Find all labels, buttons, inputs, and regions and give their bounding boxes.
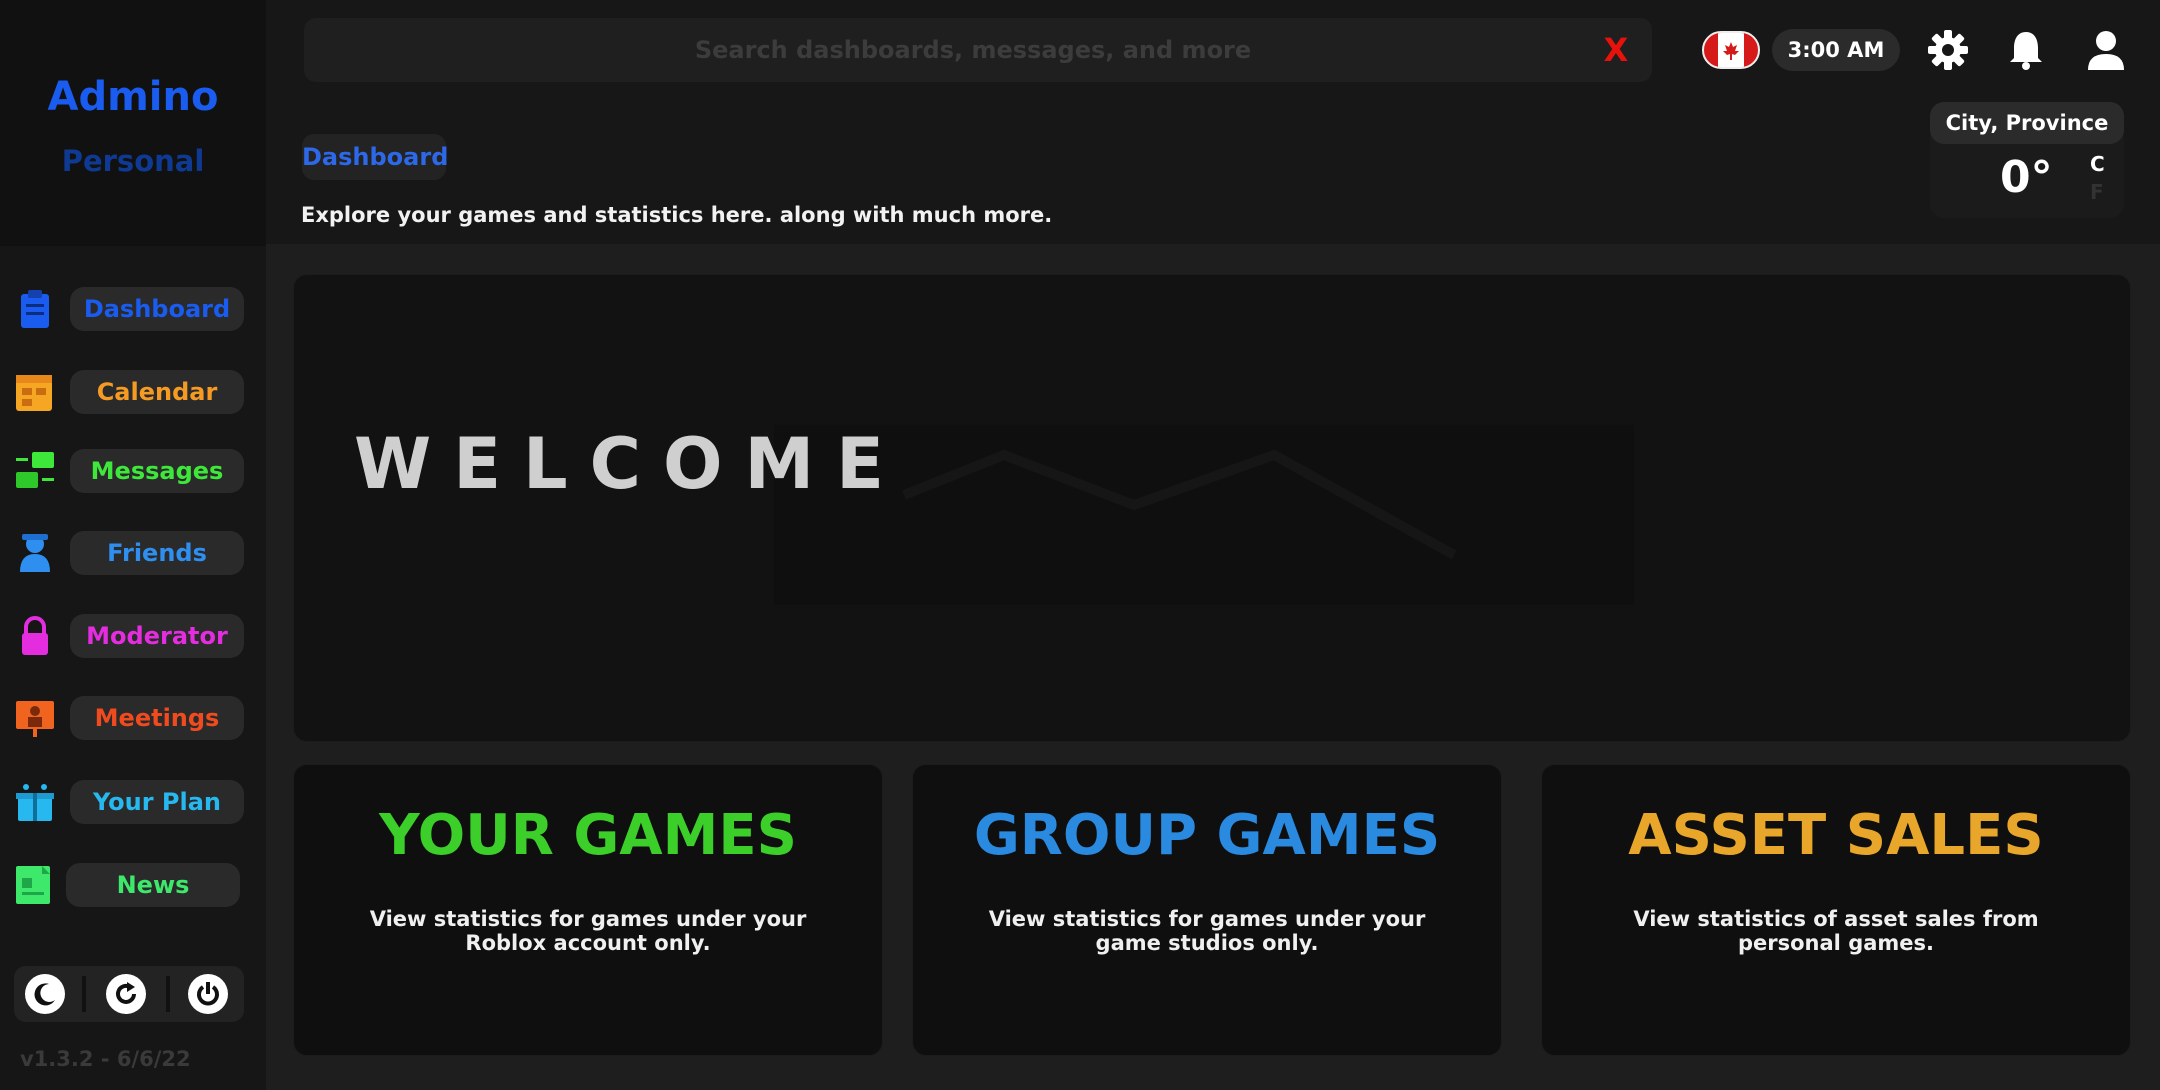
sidebar-item-dashboard[interactable]: Dashboard: [0, 279, 266, 339]
moon-icon: [34, 983, 55, 1006]
sidebar-item-label: Your Plan: [70, 780, 244, 824]
sidebar-item-news[interactable]: News: [0, 855, 266, 915]
search-bar: X: [304, 18, 1652, 82]
card-title: YOUR GAMES: [379, 803, 797, 868]
sidebar-item-calendar[interactable]: Calendar: [0, 362, 266, 422]
brand-subtitle: Personal: [61, 144, 205, 178]
welcome-title: WELCOME: [354, 423, 906, 505]
asset-sales-card[interactable]: ASSET SALES View statistics of asset sal…: [1541, 764, 2131, 1056]
gift-icon: [16, 784, 54, 821]
card-description: View statistics for games under your Rob…: [369, 907, 807, 955]
sidebar-item-meetings[interactable]: Meetings: [0, 688, 266, 748]
canada-flag-icon[interactable]: [1702, 31, 1760, 69]
fahrenheit-toggle[interactable]: F: [2090, 180, 2104, 204]
presentation-icon: [16, 701, 54, 737]
clock: 3:00 AM: [1772, 29, 1900, 71]
sidebar-item-label: Dashboard: [70, 287, 244, 331]
user-icon[interactable]: [2082, 26, 2130, 74]
dark-mode-button[interactable]: [25, 974, 65, 1014]
your-games-card[interactable]: YOUR GAMES View statistics for games und…: [293, 764, 883, 1056]
card-title: GROUP GAMES: [973, 803, 1441, 868]
divider: [82, 976, 86, 1012]
search-input[interactable]: [304, 18, 1564, 82]
quick-controls: [14, 966, 244, 1022]
sidebar-item-label: Meetings: [70, 696, 244, 740]
search-clear-button[interactable]: X: [1596, 28, 1636, 72]
bell-icon[interactable]: [2002, 26, 2050, 74]
newspaper-icon: [16, 866, 50, 904]
sidebar-item-label: Messages: [70, 449, 244, 493]
page-tag[interactable]: Dashboard: [302, 134, 448, 180]
envelopes-icon: [16, 452, 54, 488]
sidebar-item-label: Moderator: [70, 614, 244, 658]
sidebar-item-messages[interactable]: Messages: [0, 441, 266, 501]
brand-title: Admino: [47, 74, 219, 120]
sidebar: Admino Personal Dashboard Calendar Messa…: [0, 0, 266, 1090]
page-subtitle: Explore your games and statistics here. …: [301, 203, 1053, 227]
power-button[interactable]: [188, 974, 228, 1014]
sidebar-item-label: News: [66, 863, 240, 907]
sidebar-item-label: Calendar: [70, 370, 244, 414]
weather-temperature: 0°: [2000, 152, 2053, 203]
power-icon: [197, 982, 219, 1006]
person-icon: [20, 534, 50, 572]
weather-widget: City, Province 0° C F: [1930, 102, 2124, 218]
gear-icon[interactable]: [1924, 26, 1972, 74]
divider: [166, 976, 170, 1012]
brand: Admino Personal: [0, 0, 266, 246]
card-description: View statistics for games under your gam…: [988, 907, 1426, 955]
refresh-icon: [116, 982, 136, 1004]
weather-location: City, Province: [1930, 102, 2124, 144]
sidebar-item-moderator[interactable]: Moderator: [0, 606, 266, 666]
sidebar-item-label: Friends: [70, 531, 244, 575]
celsius-toggle[interactable]: C: [2090, 152, 2105, 176]
header: X 3:00 AM Dashboard Explore your games a…: [266, 0, 2160, 244]
sidebar-item-your-plan[interactable]: Your Plan: [0, 772, 266, 832]
card-description: View statistics of asset sales from pers…: [1633, 907, 2039, 955]
clipboard-icon: [21, 290, 49, 328]
version-label: v1.3.2 - 6/6/22: [20, 1047, 191, 1071]
refresh-button[interactable]: [106, 974, 146, 1014]
calendar-icon: [16, 375, 52, 411]
welcome-banner: WELCOME: [293, 274, 2131, 742]
sidebar-item-friends[interactable]: Friends: [0, 523, 266, 583]
card-title: ASSET SALES: [1628, 803, 2044, 868]
lock-icon: [22, 616, 48, 655]
group-games-card[interactable]: GROUP GAMES View statistics for games un…: [912, 764, 1502, 1056]
